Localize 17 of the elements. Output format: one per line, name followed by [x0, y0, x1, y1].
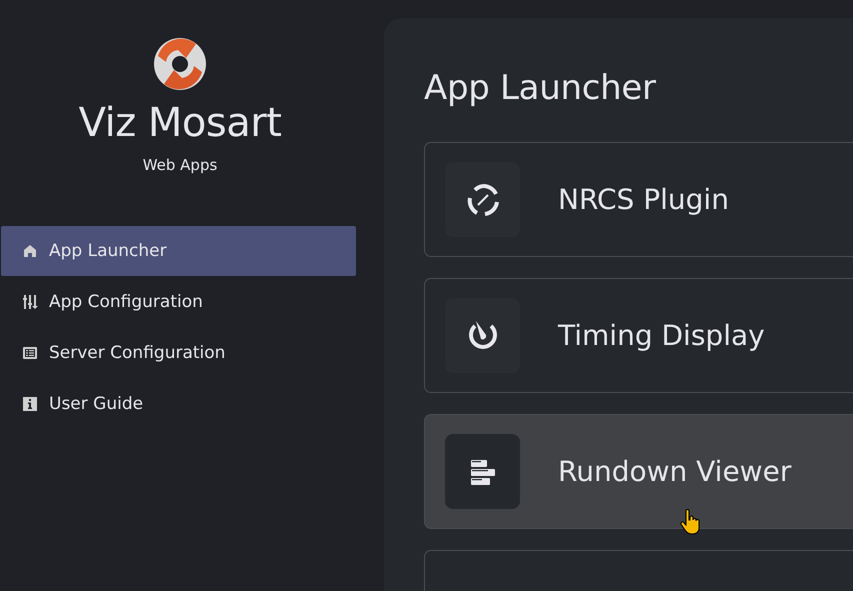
page-title: App Launcher [424, 68, 657, 108]
timer-icon [445, 298, 520, 373]
home-icon [22, 243, 38, 259]
app-title: Viz Mosart [78, 100, 282, 146]
sliders-icon [22, 294, 38, 310]
sidebar-item[interactable]: App Launcher [1, 226, 356, 276]
app-card[interactable]: NRCS Plugin [424, 142, 853, 257]
app-card[interactable]: Timing Display [424, 278, 853, 393]
app-card[interactable]: Rundown Viewer [424, 414, 853, 529]
sidebar-item[interactable]: User Guide [1, 379, 356, 429]
list-icon [22, 345, 38, 361]
sidebar-item[interactable]: Server Configuration [1, 328, 356, 378]
app-subtitle: Web Apps [142, 156, 218, 174]
rundown-icon [445, 434, 520, 509]
info-icon [22, 396, 38, 412]
hand-cursor-icon [680, 509, 700, 535]
sidebar-item[interactable]: App Configuration [1, 277, 356, 327]
